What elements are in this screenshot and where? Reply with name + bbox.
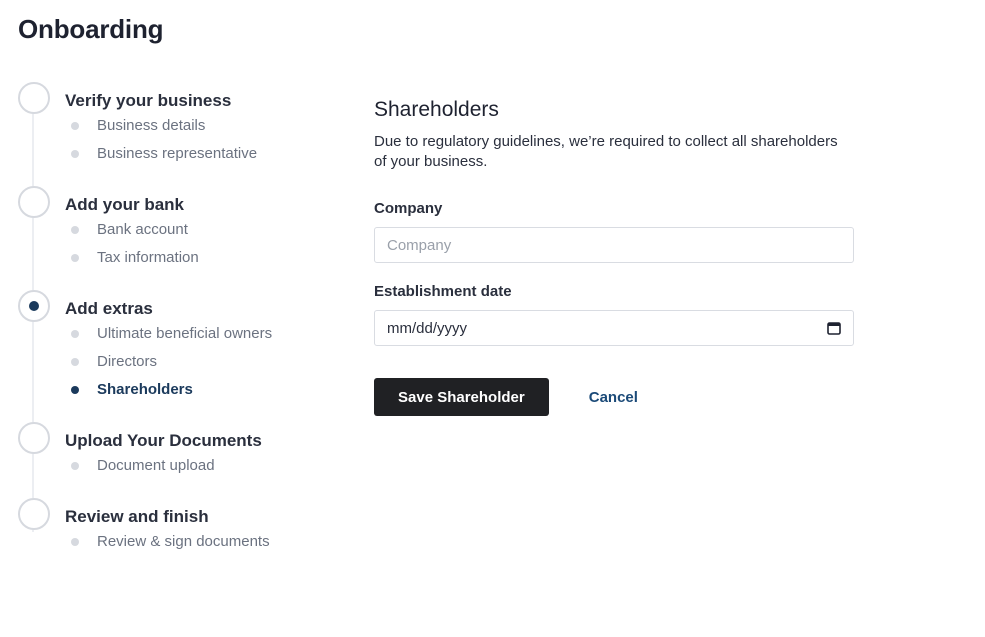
substep-dot <box>71 254 79 262</box>
step-active-indicator <box>18 290 50 322</box>
substep-item[interactable]: Bank account <box>18 218 338 246</box>
step-indicator <box>18 498 50 530</box>
substep-item[interactable]: Ultimate beneficial owners <box>18 322 338 350</box>
substep-list: Business details Business representative <box>18 114 338 170</box>
step-header[interactable]: Verify your business <box>18 82 338 114</box>
page-title: Onboarding <box>18 14 164 44</box>
company-placeholder: Company <box>387 236 452 254</box>
company-label: Company <box>374 200 443 217</box>
substep-label: Business representative <box>97 145 258 162</box>
onboarding-stepper: Verify your business Business details Busi… <box>18 82 338 574</box>
establishment-date-label: Establishment date <box>374 283 512 300</box>
step-4: Review and finish Review & sign documents <box>18 498 338 574</box>
substep-label: Tax information <box>97 249 199 266</box>
substep-label: Directors <box>97 353 158 370</box>
establishment-date-input[interactable]: mm/dd/yyyy <box>374 310 854 346</box>
step-header[interactable]: Review and finish <box>18 498 338 530</box>
step-header[interactable]: Add your bank <box>18 186 338 218</box>
substep-dot <box>71 358 79 366</box>
company-input[interactable]: Company <box>374 227 854 263</box>
form-actions: Save Shareholder Cancel <box>374 378 854 416</box>
substep-dot <box>71 386 79 394</box>
cancel-button[interactable]: Cancel <box>589 389 638 406</box>
substep-item[interactable]: Business details <box>18 114 338 142</box>
step-1: Add your bank Bank account Tax information <box>18 186 338 290</box>
step-spacer <box>18 170 338 186</box>
substep-list: Review & sign documents <box>18 530 338 558</box>
step-spacer <box>18 558 338 574</box>
substep-item[interactable]: Shareholders <box>18 378 338 406</box>
step-title: Verify your business <box>65 91 232 110</box>
step-spacer <box>18 274 338 290</box>
substep-list: Ultimate beneficial owners Directors Share… <box>18 322 338 406</box>
step-title: Add your bank <box>65 195 185 214</box>
step-indicator <box>18 82 50 114</box>
step-title: Upload Your Documents <box>65 431 262 450</box>
substep-item[interactable]: Document upload <box>18 454 338 482</box>
substep-label: Review & sign documents <box>97 533 270 550</box>
step-spacer <box>18 406 338 422</box>
substep-label: Business details <box>97 117 206 134</box>
substep-label: Document upload <box>97 457 215 474</box>
date-value: mm/dd/yyyy <box>387 319 468 337</box>
substep-dot <box>71 462 79 470</box>
calendar-icon[interactable] <box>827 321 841 335</box>
save-shareholder-button[interactable]: Save Shareholder <box>374 378 549 416</box>
substep-item[interactable]: Directors <box>18 350 338 378</box>
substep-dot <box>71 226 79 234</box>
step-0: Verify your business Business details Busi… <box>18 82 338 186</box>
step-spacer <box>18 482 338 498</box>
substep-dot <box>71 538 79 546</box>
step-indicator <box>18 422 50 454</box>
substep-item[interactable]: Business representative <box>18 142 338 170</box>
substep-dot <box>71 150 79 158</box>
substep-label: Bank account <box>97 221 188 238</box>
substep-list: Bank account Tax information <box>18 218 338 274</box>
step-title: Add extras <box>65 299 153 318</box>
substep-dot <box>71 330 79 338</box>
step-2: Add extras Ultimate beneficial owners Dire… <box>18 290 338 422</box>
substep-label: Ultimate beneficial owners <box>97 325 273 342</box>
form-title: Shareholders <box>374 98 499 121</box>
form-description: Due to regulatory guidelines, we’re requ… <box>374 133 838 170</box>
substep-dot <box>71 122 79 130</box>
step-indicator <box>18 186 50 218</box>
substep-item[interactable]: Tax information <box>18 246 338 274</box>
step-title: Review and finish <box>65 507 209 526</box>
step-header[interactable]: Upload Your Documents <box>18 422 338 454</box>
shareholder-form: Shareholders Due to regulatory guideline… <box>374 98 854 416</box>
step-3: Upload Your Documents Document upload <box>18 422 338 498</box>
substep-item[interactable]: Review & sign documents <box>18 530 338 558</box>
substep-list: Document upload <box>18 454 338 482</box>
step-header[interactable]: Add extras <box>18 290 338 322</box>
substep-label: Shareholders <box>97 381 193 398</box>
